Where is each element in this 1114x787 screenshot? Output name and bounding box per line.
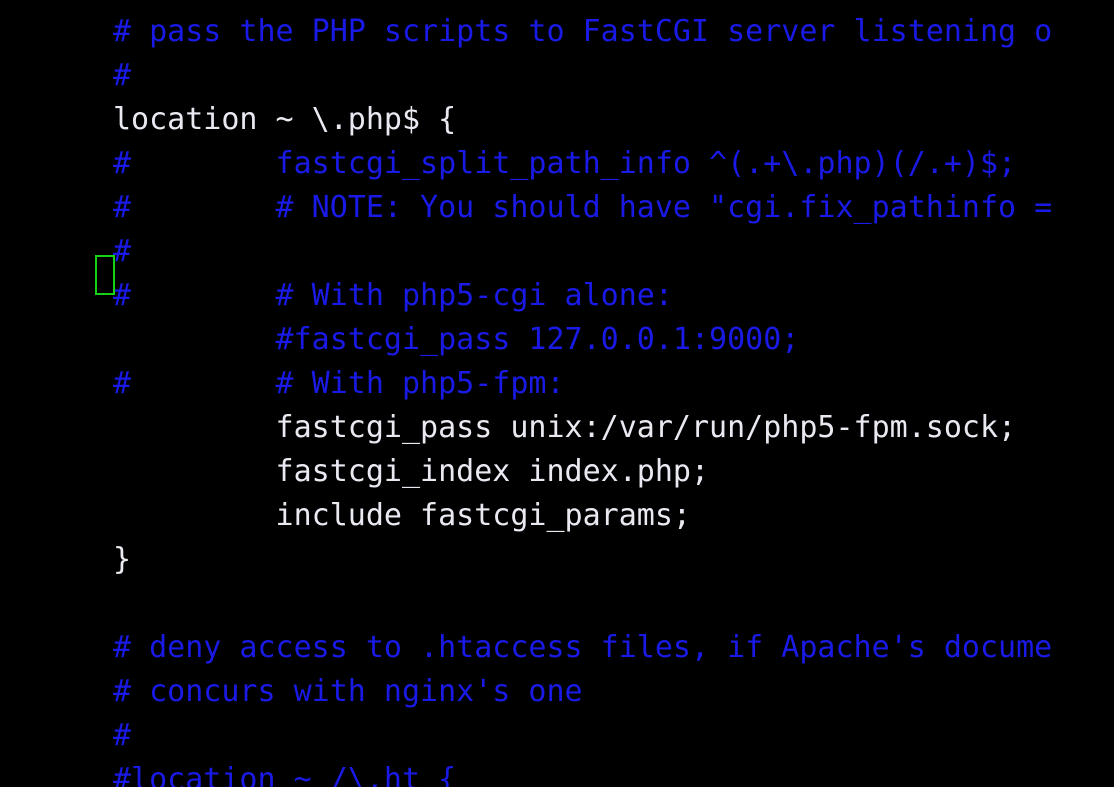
code-line: include fastcgi_params; (113, 498, 691, 533)
code-line: # # With php5-fpm: (113, 366, 565, 401)
code-line: #fastcgi_pass 127.0.0.1:9000; (113, 322, 800, 357)
text-cursor (95, 255, 115, 295)
code-line: # fastcgi_split_path_info ^(.+\.php)(/.+… (113, 146, 1017, 181)
code-text-area[interactable]: # pass the PHP scripts to FastCGI server… (113, 10, 1070, 787)
terminal-editor-pane[interactable]: # pass the PHP scripts to FastCGI server… (0, 0, 1114, 787)
code-line: # pass the PHP scripts to FastCGI server… (113, 14, 1053, 49)
code-line: fastcgi_index index.php; (113, 454, 710, 489)
code-line: #location ~ /\.ht { (113, 762, 457, 787)
code-line: } (113, 542, 132, 577)
code-line: location ~ \.php$ { (113, 102, 457, 137)
code-line: # (113, 718, 132, 753)
code-line: fastcgi_pass unix:/var/run/php5-fpm.sock… (113, 410, 1017, 445)
code-line: # concurs with nginx's one (113, 674, 583, 709)
code-line: # deny access to .htaccess files, if Apa… (113, 630, 1053, 665)
code-line: # (113, 58, 132, 93)
code-line: # (113, 234, 132, 269)
code-line: # # With php5-cgi alone: (113, 278, 673, 313)
code-line: # # NOTE: You should have "cgi.fix_pathi… (113, 190, 1071, 225)
